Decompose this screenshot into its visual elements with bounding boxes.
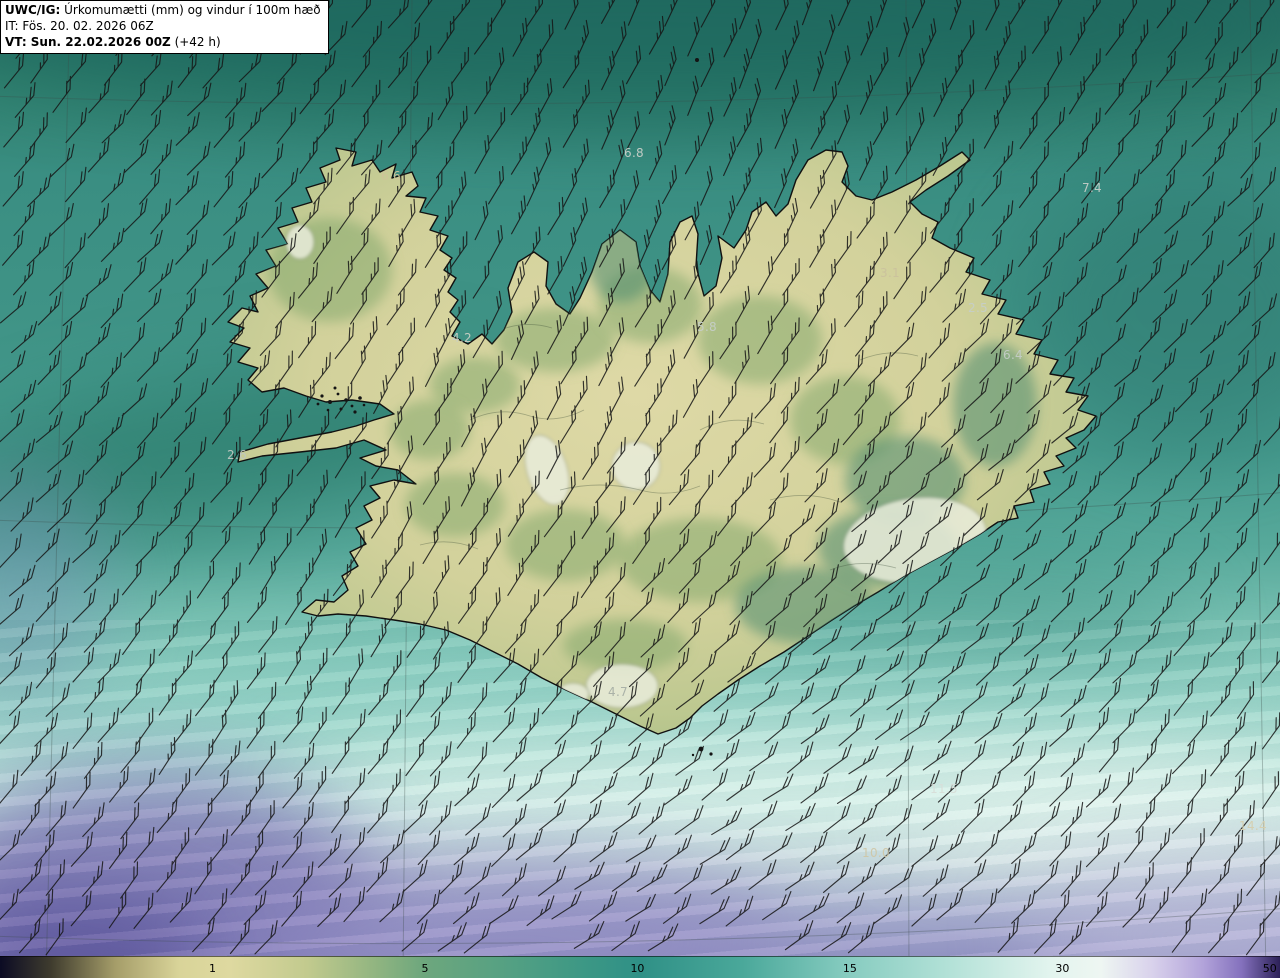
init-time-line: IT: Fös. 20. 02. 2026 06Z	[5, 19, 321, 35]
product-title-line: UWC/IG: Úrkomumætti (mm) og vindur í 100…	[5, 3, 321, 19]
weather-map-canvas	[0, 0, 1280, 978]
init-time: IT: Fös. 20. 02. 2026 06Z	[5, 18, 154, 33]
colorbar-tick-label: 15	[842, 962, 857, 975]
valid-time-offset: (+42 h)	[170, 34, 221, 49]
valid-time-line: VT: Sun. 22.02.2026 00Z (+42 h)	[5, 35, 321, 51]
glacier-hofsjokull	[611, 441, 661, 491]
map-stage: 6.8 6.6 7.4 3.1 2.5 5.8 4.2 6.4 2.6 4.7 11.5 14.4 10…	[0, 0, 1280, 978]
colorbar-tick-label: 1	[208, 962, 216, 975]
colorbar-tick-label: 10	[630, 962, 645, 975]
title-box: UWC/IG: Úrkomumætti (mm) og vindur í 100…	[0, 0, 329, 55]
product-name: Úrkomumætti (mm) og vindur í 100m hæð	[60, 3, 321, 17]
valid-time: VT: Sun. 22.02.2026 00Z	[5, 34, 171, 49]
colorbar-tick-label: 30	[1055, 962, 1070, 975]
colorbar-tick-label: 5	[421, 962, 429, 975]
precip-colorbar: 1 5 10 15 30 50	[0, 956, 1280, 978]
colorbar-tick-label: 50	[1262, 962, 1277, 975]
model-name: UWC/IG:	[5, 3, 61, 17]
